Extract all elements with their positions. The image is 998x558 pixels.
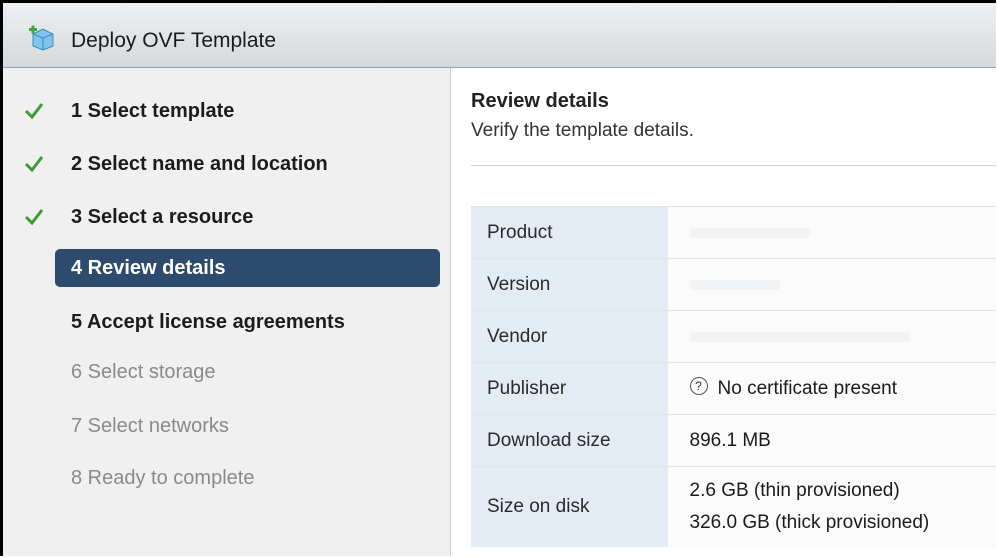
table-row: Product bbox=[471, 206, 996, 259]
step-label: 5 Accept license agreements bbox=[71, 311, 345, 333]
download-size-label: Download size bbox=[471, 414, 668, 467]
publisher-text: No certificate present bbox=[717, 377, 898, 399]
dialog-title: Deploy OVF Template bbox=[71, 29, 277, 52]
review-details-panel: Review details Verify the template detai… bbox=[451, 68, 996, 556]
checkmark-icon bbox=[23, 153, 45, 175]
product-label: Product bbox=[471, 206, 668, 259]
step-select-storage: 6 Select storage bbox=[3, 356, 450, 390]
size-thin-provisioned: 2.6 GB (thin provisioned) bbox=[689, 480, 900, 501]
dialog-titlebar: Deploy OVF Template bbox=[3, 3, 996, 68]
table-row: Vendor bbox=[471, 310, 996, 363]
size-thick-provisioned: 326.0 GB (thick provisioned) bbox=[689, 512, 930, 533]
publisher-value: ? No certificate present bbox=[667, 362, 996, 415]
step-ready-to-complete: 8 Ready to complete bbox=[3, 462, 450, 496]
size-on-disk-label: Size on disk bbox=[471, 466, 668, 547]
version-label: Version bbox=[471, 258, 668, 311]
checkmark-icon bbox=[23, 206, 45, 228]
checkmark-icon bbox=[23, 100, 45, 122]
step-label: 3 Select a resource bbox=[71, 206, 254, 228]
step-label: 4 Review details bbox=[71, 257, 226, 279]
redacted-value bbox=[689, 331, 910, 342]
step-select-template[interactable]: 1 Select template bbox=[3, 95, 450, 129]
vendor-value bbox=[667, 310, 996, 363]
table-row: Publisher ? No certificate present bbox=[471, 362, 996, 415]
step-select-name-and-location[interactable]: 2 Select name and location bbox=[3, 148, 450, 182]
step-label: 1 Select template bbox=[71, 100, 235, 122]
step-label: 2 Select name and location bbox=[71, 153, 328, 175]
download-size-value: 896.1 MB bbox=[667, 414, 996, 467]
step-label: 6 Select storage bbox=[71, 361, 216, 383]
publisher-label: Publisher bbox=[471, 362, 668, 415]
details-table: Product Version Vendor Publisher ? No cer… bbox=[471, 206, 996, 547]
product-value bbox=[667, 206, 996, 259]
table-row: Version bbox=[471, 258, 996, 311]
size-on-disk-value: 2.6 GB (thin provisioned) 326.0 GB (thic… bbox=[667, 466, 996, 547]
divider bbox=[471, 165, 996, 166]
redacted-value bbox=[689, 279, 780, 290]
step-label: 8 Ready to complete bbox=[71, 467, 255, 489]
wizard-step-list: 1 Select template 2 Select name and loca… bbox=[3, 68, 451, 556]
page-title: Review details bbox=[471, 90, 609, 112]
redacted-value bbox=[689, 227, 810, 238]
step-select-a-resource[interactable]: 3 Select a resource bbox=[3, 201, 450, 235]
deploy-ovf-dialog: Deploy OVF Template 1 Select template 2 … bbox=[0, 0, 996, 556]
question-circle-icon[interactable]: ? bbox=[689, 377, 708, 396]
table-row: Download size 896.1 MB bbox=[471, 414, 996, 467]
step-label: 7 Select networks bbox=[71, 415, 229, 437]
step-accept-license-agreements[interactable]: 5 Accept license agreements bbox=[3, 306, 450, 340]
vendor-label: Vendor bbox=[471, 310, 668, 363]
table-row: Size on disk 2.6 GB (thin provisioned) 3… bbox=[471, 466, 996, 547]
step-select-networks: 7 Select networks bbox=[3, 410, 450, 444]
vm-template-icon bbox=[27, 25, 57, 51]
step-review-details[interactable]: 4 Review details bbox=[55, 249, 440, 287]
version-value bbox=[667, 258, 996, 311]
page-subtitle: Verify the template details. bbox=[471, 120, 694, 141]
